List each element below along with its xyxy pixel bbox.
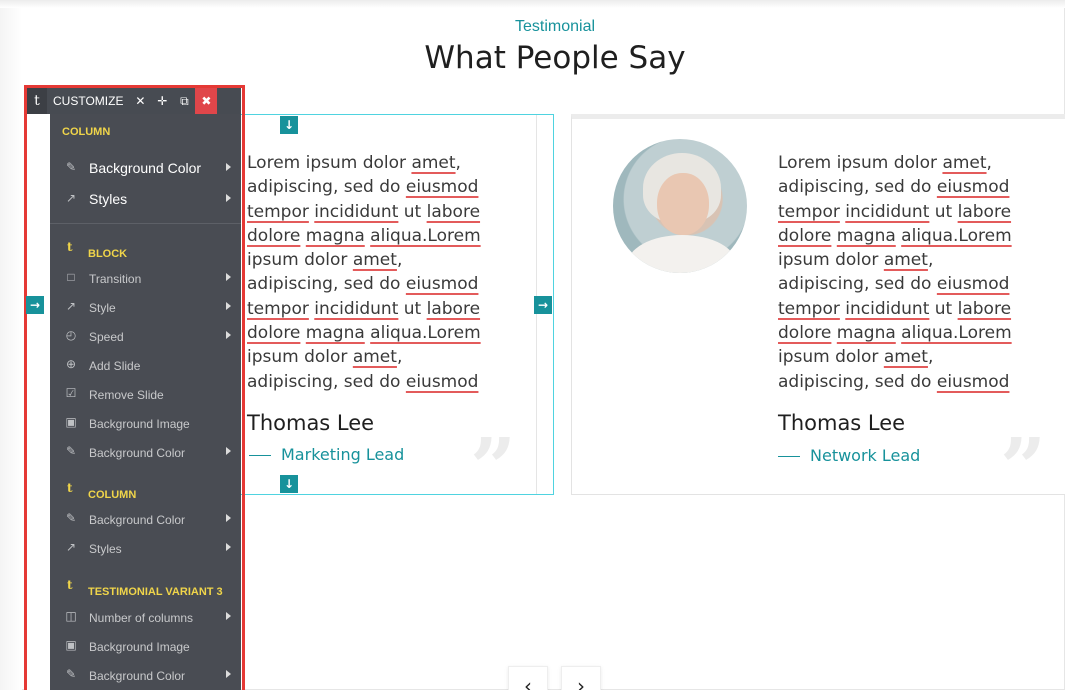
quote-mark-icon: ” — [1000, 420, 1047, 514]
quote-text: ipsum dolor — [247, 347, 353, 368]
spellcheck-word: magna — [836, 323, 896, 344]
spellcheck-word: eiusmod — [936, 177, 1010, 198]
testimonial-name[interactable]: Thomas Lee — [778, 411, 905, 435]
carousel-next-button[interactable]: › — [561, 666, 601, 690]
role-dash — [778, 456, 800, 457]
spellcheck-word: tempor — [247, 201, 309, 222]
spellcheck-word: eiusmod — [405, 177, 479, 198]
spellcheck-word: dolore — [778, 225, 832, 246]
spellcheck-word: eiusmod — [405, 274, 479, 295]
avatar — [613, 139, 747, 273]
quote-text: ut — [929, 201, 958, 222]
spellcheck-word: aliqua.Lorem — [370, 323, 481, 344]
testimonial-role[interactable]: Network Lead — [778, 446, 920, 465]
spellcheck-word: incididunt — [845, 298, 930, 319]
testimonial-role[interactable]: Marketing Lead — [249, 445, 404, 464]
spellcheck-word: magna — [836, 225, 896, 246]
spellcheck-word: amet — [883, 250, 928, 271]
role-text: Network Lead — [810, 446, 921, 465]
quote-text: ipsum dolor — [778, 347, 884, 368]
spellcheck-word: labore — [957, 201, 1012, 222]
spellcheck-word: dolore — [247, 323, 301, 344]
move-right-handle-icon[interactable]: → — [26, 296, 44, 314]
spellcheck-word: tempor — [247, 298, 309, 319]
spellcheck-word: incididunt — [314, 298, 399, 319]
spellcheck-word: eiusmod — [405, 371, 479, 392]
spellcheck-word: magna — [305, 225, 365, 246]
spellcheck-word: tempor — [778, 298, 840, 319]
spellcheck-word: amet — [411, 153, 456, 173]
section-heading: What People Say — [424, 40, 686, 76]
quote-text: Lorem ipsum dolor — [778, 153, 943, 173]
spellcheck-word: amet — [883, 347, 928, 368]
carousel-prev-button[interactable]: ‹ — [508, 666, 548, 690]
quote-mark-icon: ” — [470, 420, 517, 514]
quote-text: ipsum dolor — [778, 250, 884, 271]
avatar-face — [657, 173, 709, 235]
role-text: Marketing Lead — [281, 445, 405, 464]
spellcheck-word: incididunt — [845, 201, 930, 222]
move-down-handle-icon[interactable]: ↓ — [280, 475, 298, 493]
spellcheck-word: aliqua.Lorem — [370, 225, 481, 246]
quote-text: ipsum dolor — [247, 250, 353, 271]
spellcheck-word: eiusmod — [936, 371, 1010, 392]
testimonial-quote[interactable]: Lorem ipsum dolor amet, adipiscing, sed … — [778, 151, 1028, 394]
spellcheck-word: eiusmod — [936, 274, 1010, 295]
testimonial-card-2[interactable]: Lorem ipsum dolor amet, adipiscing, sed … — [571, 114, 1065, 507]
quote-text: ut — [929, 298, 958, 319]
quote-text: ut — [398, 298, 427, 319]
spellcheck-word: dolore — [778, 323, 832, 344]
spellcheck-word: incididunt — [314, 201, 399, 222]
testimonial-name[interactable]: Thomas Lee — [247, 411, 374, 435]
move-down-handle-icon[interactable]: ↓ — [280, 116, 298, 134]
testimonial-quote[interactable]: Lorem ipsum dolor amet, adipiscing, sed … — [247, 151, 497, 394]
role-dash — [249, 455, 271, 456]
quote-text: ut — [398, 201, 427, 222]
spellcheck-word: magna — [305, 323, 365, 344]
avatar-body — [627, 235, 737, 273]
spellcheck-word: tempor — [778, 201, 840, 222]
spellcheck-word: labore — [426, 201, 481, 222]
spellcheck-word: amet — [942, 153, 987, 173]
spellcheck-word: aliqua.Lorem — [901, 323, 1012, 344]
spellcheck-word: amet — [352, 347, 397, 368]
spellcheck-word: dolore — [247, 225, 301, 246]
selected-panel-outline — [24, 85, 245, 690]
spellcheck-word: amet — [352, 250, 397, 271]
spellcheck-word: labore — [426, 298, 481, 319]
quote-text: Lorem ipsum dolor — [247, 153, 412, 173]
spellcheck-word: labore — [957, 298, 1012, 319]
spellcheck-word: aliqua.Lorem — [901, 225, 1012, 246]
section-eyebrow: Testimonial — [514, 18, 596, 35]
move-right-handle-icon[interactable]: → — [534, 296, 552, 314]
